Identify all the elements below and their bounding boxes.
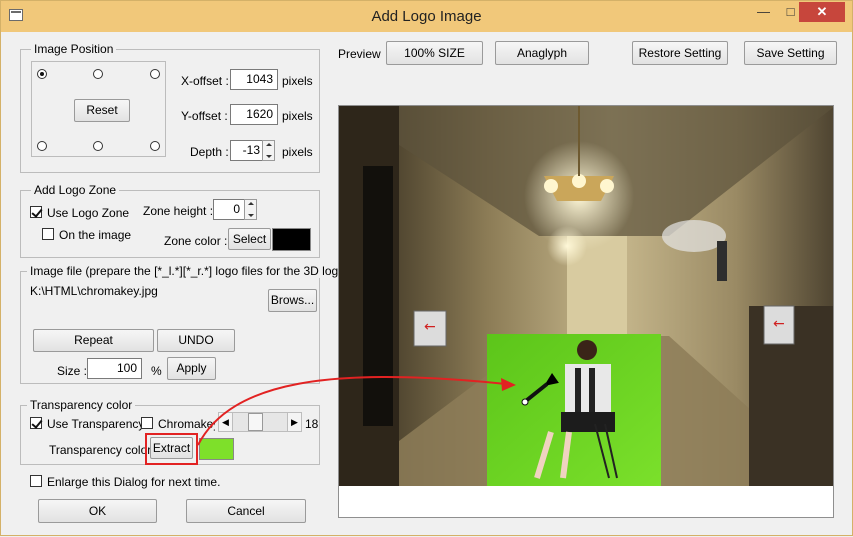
reset-button[interactable]: Reset [74,99,130,122]
restore-setting-button[interactable]: Restore Setting [632,41,728,65]
x-offset-unit: pixels [282,74,313,88]
on-the-image-label: On the image [59,228,132,242]
position-bottom-left-radio[interactable] [37,141,47,151]
title-bar: Add Logo Image — □ ✕ [1,1,852,32]
use-transparency-label: Use Transparency [47,417,145,431]
transparency-color-label: Transparency color : [49,443,158,457]
position-bottom-right-radio[interactable] [150,141,160,151]
size-unit: % [151,364,162,378]
depth-spinner[interactable] [262,140,275,161]
zone-color-select-button[interactable]: Select [228,228,271,250]
window-title: Add Logo Image [371,8,482,25]
use-transparency-checkbox[interactable] [30,417,42,429]
apply-button[interactable]: Apply [167,357,216,380]
position-top-center-radio[interactable] [93,69,103,79]
dialog-window: Add Logo Image — □ ✕ Image Position Rese… [0,0,853,536]
anaglyph-button[interactable]: Anaglyph [495,41,589,65]
position-top-left-radio[interactable] [37,69,47,79]
repeat-button[interactable]: Repeat [33,329,154,352]
slider-track[interactable]: ◀ ▶ [218,412,302,432]
preview-area[interactable]: ← ← [338,105,834,518]
image-file-path: K:\HTML\chromakey.jpg [30,284,158,298]
enlarge-dialog-checkbox[interactable] [30,475,42,487]
undo-button[interactable]: UNDO [157,329,235,352]
depth-label: Depth : [190,145,229,159]
preview-label: Preview [338,47,381,61]
browse-button[interactable]: Brows... [268,289,317,312]
ok-button[interactable]: OK [38,499,157,523]
zone-color-label: Zone color : [164,234,228,248]
x-offset-field[interactable]: 1043 [230,69,278,90]
zone-height-label: Zone height : [143,204,214,218]
minimize-icon[interactable]: — [750,2,777,22]
use-logo-zone-checkbox[interactable] [30,206,42,218]
preview-image: ← ← [339,106,833,517]
size-field[interactable]: 100 [87,358,142,379]
transparency-title: Transparency color [27,398,136,412]
y-offset-unit: pixels [282,109,313,123]
transparency-color-swatch[interactable] [199,438,234,460]
y-offset-label: Y-offset : [181,109,228,123]
zone-height-spinner[interactable] [244,199,257,220]
slider-left-arrow-icon[interactable]: ◀ [219,413,233,431]
on-the-image-checkbox[interactable] [42,228,54,240]
zone-height-field[interactable]: 0 [213,199,245,220]
100-size-button[interactable]: 100% SIZE [386,41,483,65]
depth-field[interactable]: -13 [230,140,265,161]
slider-value: 18 [305,417,319,431]
svg-text:←: ← [424,319,436,335]
chromakey-checkbox[interactable] [141,417,153,429]
image-position-title: Image Position [31,42,117,56]
y-offset-field[interactable]: 1620 [230,104,278,125]
zone-color-swatch[interactable] [272,228,311,251]
chromakey-label: Chromakey [158,417,215,431]
extract-button[interactable]: Extract [150,437,193,459]
enlarge-dialog-label: Enlarge this Dialog for next time. [47,475,221,489]
slider-right-arrow-icon[interactable]: ▶ [287,413,301,431]
position-bottom-center-radio[interactable] [93,141,103,151]
size-label: Size : [57,364,88,378]
position-top-right-radio[interactable] [150,69,160,79]
save-setting-button[interactable]: Save Setting [744,41,837,65]
svg-text:←: ← [773,316,785,332]
logo-zone-title: Add Logo Zone [31,183,120,197]
image-file-title: Image file (prepare the [*_l.*][*_r.*] l… [27,264,352,278]
x-offset-label: X-offset : [181,74,229,88]
close-icon[interactable]: ✕ [799,2,845,22]
slider-thumb[interactable] [248,413,263,431]
use-logo-zone-label: Use Logo Zone [47,206,130,220]
depth-unit: pixels [282,145,313,159]
cancel-button[interactable]: Cancel [186,499,306,523]
